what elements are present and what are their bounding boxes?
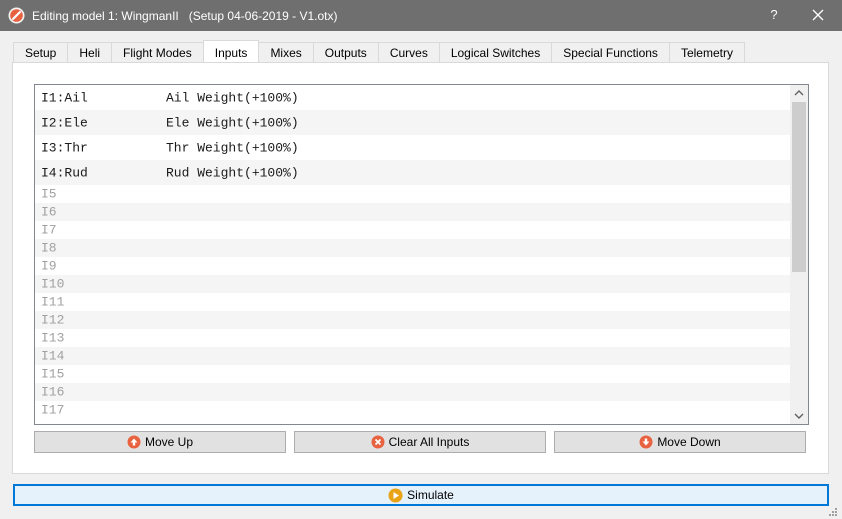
tab-telemetry[interactable]: Telemetry	[668, 42, 745, 63]
input-name: I8	[41, 240, 57, 256]
input-name: I11	[41, 294, 65, 310]
input-name: I2:Ele	[41, 115, 88, 130]
inputs-rows: I1:Ail Ail Weight(+100%) I2:Ele Ele Weight(…	[35, 85, 790, 419]
input-row[interactable]: I4:Rud Rud Weight(+100%)	[35, 160, 790, 185]
input-name: I14	[41, 348, 65, 364]
input-row[interactable]: I7	[35, 221, 790, 239]
arrow-up-icon	[127, 435, 141, 449]
clear-all-inputs-label: Clear All Inputs	[388, 435, 470, 449]
input-name: I17	[41, 402, 65, 418]
simulate-button[interactable]: Simulate	[13, 484, 829, 506]
inputs-panel: I1:Ail Ail Weight(+100%) I2:Ele Ele Weight(…	[12, 62, 829, 474]
tab-inputs[interactable]: Inputs	[202, 40, 260, 62]
input-row[interactable]: I16	[35, 383, 790, 401]
input-name: I16	[41, 384, 65, 400]
move-down-label: Move Down	[657, 435, 721, 449]
input-line-description: Rud Weight(+100%)	[166, 165, 299, 180]
input-name: I13	[41, 330, 65, 346]
play-icon	[388, 488, 403, 502]
input-name: I15	[41, 366, 65, 382]
scroll-thumb[interactable]	[792, 102, 806, 272]
clear-all-inputs-button[interactable]: Clear All Inputs	[294, 431, 546, 453]
input-name: I6	[41, 204, 57, 220]
tab-flight-modes[interactable]: Flight Modes	[111, 42, 204, 63]
close-icon[interactable]	[808, 4, 828, 26]
input-line-description: Ail Weight(+100%)	[166, 90, 299, 105]
move-up-button[interactable]: Move Up	[34, 431, 286, 453]
vertical-scrollbar[interactable]	[790, 85, 808, 424]
title-bar: Editing model 1: WingmanII (Setup 04-06-…	[0, 0, 842, 31]
input-row[interactable]: I10	[35, 275, 790, 293]
input-row[interactable]: I17	[35, 401, 790, 419]
tab-outputs[interactable]: Outputs	[312, 42, 379, 63]
arrow-down-icon	[639, 435, 653, 449]
tab-mixes[interactable]: Mixes	[258, 42, 314, 63]
tab-curves[interactable]: Curves	[377, 42, 440, 63]
clear-x-icon	[371, 435, 385, 449]
input-line-description: Ele Weight(+100%)	[166, 115, 299, 130]
resize-grip-icon[interactable]	[826, 505, 838, 517]
input-row[interactable]: I1:Ail Ail Weight(+100%)	[35, 85, 790, 110]
tab-special-functions[interactable]: Special Functions	[551, 42, 670, 63]
input-name: I5	[41, 186, 57, 202]
input-row[interactable]: I5	[35, 185, 790, 203]
tab-heli[interactable]: Heli	[67, 42, 113, 63]
inputs-list[interactable]: I1:Ail Ail Weight(+100%) I2:Ele Ele Weight(…	[34, 84, 809, 425]
input-row[interactable]: I8	[35, 239, 790, 257]
input-name: I10	[41, 276, 65, 292]
input-row[interactable]: I6	[35, 203, 790, 221]
input-name: I12	[41, 312, 65, 328]
companion-logo-icon	[8, 7, 25, 24]
tab-logical-switches[interactable]: Logical Switches	[438, 42, 553, 63]
input-line-description: Thr Weight(+100%)	[166, 140, 299, 155]
help-button[interactable]: ?	[766, 4, 782, 26]
move-up-label: Move Up	[144, 435, 194, 449]
input-row[interactable]: I2:Ele Ele Weight(+100%)	[35, 110, 790, 135]
window-title: Editing model 1: WingmanII (Setup 04-06-…	[32, 9, 338, 23]
input-row[interactable]: I13	[35, 329, 790, 347]
input-row[interactable]: I3:Thr Thr Weight(+100%)	[35, 135, 790, 160]
input-name: I4:Rud	[41, 165, 88, 180]
input-name: I1:Ail	[41, 90, 88, 105]
simulate-label: Simulate	[407, 488, 454, 502]
input-name: I7	[41, 222, 57, 238]
input-row[interactable]: I12	[35, 311, 790, 329]
move-down-button[interactable]: Move Down	[554, 431, 806, 453]
tab-setup[interactable]: Setup	[13, 42, 69, 63]
input-row[interactable]: I14	[35, 347, 790, 365]
input-row[interactable]: I11	[35, 293, 790, 311]
scroll-up-arrow-icon[interactable]	[790, 85, 808, 102]
input-row[interactable]: I15	[35, 365, 790, 383]
input-name: I9	[41, 258, 57, 274]
input-name: I3:Thr	[41, 140, 88, 155]
tab-bar: Setup Heli Flight Modes Inputs Mixes Outputs C…	[13, 40, 745, 63]
input-row[interactable]: I9	[35, 257, 790, 275]
scroll-down-arrow-icon[interactable]	[790, 407, 808, 424]
